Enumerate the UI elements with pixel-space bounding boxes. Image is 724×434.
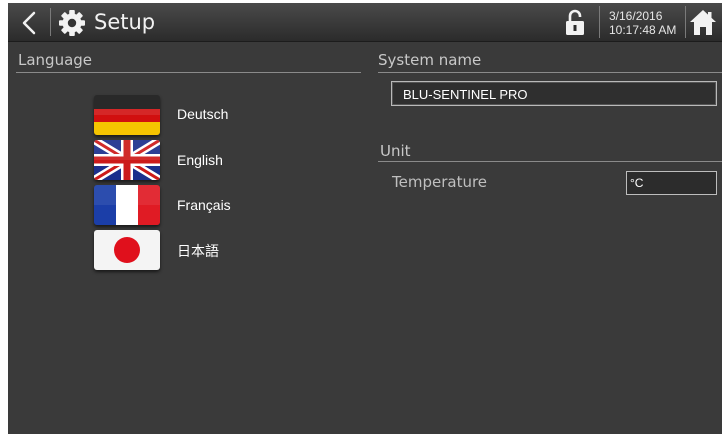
flag-deutsch[interactable] — [94, 95, 160, 135]
language-label-deutsch[interactable]: Deutsch — [177, 106, 228, 122]
german-flag-icon — [94, 95, 160, 135]
temperature-label: Temperature — [392, 173, 488, 191]
flag-francais[interactable] — [94, 185, 160, 225]
language-label-francais[interactable]: Français — [177, 197, 231, 213]
language-label-english[interactable]: English — [177, 152, 223, 168]
unit-divider — [378, 161, 722, 162]
system-name-input[interactable]: BLU-SENTINEL PRO — [391, 81, 717, 106]
japanese-flag-icon — [94, 230, 160, 270]
flag-japanese[interactable] — [94, 230, 160, 270]
system-name-header: System name — [378, 51, 482, 69]
flag-english[interactable] — [94, 140, 160, 180]
language-label-japanese[interactable]: 日本語 — [177, 241, 219, 261]
page-title: Setup — [94, 10, 156, 34]
top-bar: Setup 3/16/2016 10:17:48 AM — [8, 3, 722, 42]
unlocked-lock-icon — [566, 9, 584, 35]
time-text: 10:17:48 AM — [609, 23, 677, 37]
home-icon — [690, 10, 716, 35]
date-time-display: 3/16/2016 10:17:48 AM — [599, 6, 686, 38]
french-flag-icon — [94, 185, 160, 225]
language-divider — [16, 72, 361, 73]
system-name-divider — [378, 72, 722, 73]
home-button[interactable] — [688, 7, 718, 37]
lock-button[interactable] — [564, 9, 586, 37]
date-text: 3/16/2016 — [609, 9, 663, 23]
uk-flag-icon — [94, 140, 160, 180]
chevron-left-icon — [22, 11, 36, 35]
unit-header: Unit — [380, 142, 411, 160]
language-header: Language — [18, 51, 93, 69]
gear-icon — [58, 9, 86, 37]
setup-screen: Setup 3/16/2016 10:17:48 AM Language Deu… — [8, 3, 722, 434]
topbar-divider — [50, 8, 51, 36]
back-button[interactable] — [16, 9, 44, 37]
temperature-unit-field[interactable]: °C — [626, 171, 717, 195]
